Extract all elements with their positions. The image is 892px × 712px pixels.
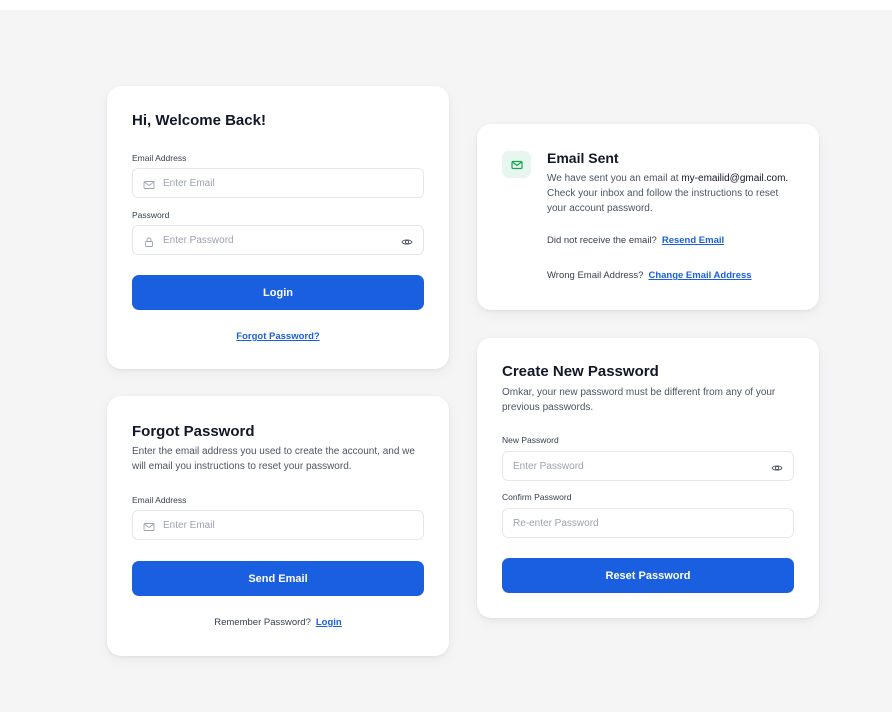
reset-password-button[interactable]: Reset Password xyxy=(502,558,794,593)
resend-row: Did not receive the email? Resend Email xyxy=(547,235,724,246)
remember-password-row: Remember Password? Login xyxy=(107,617,449,628)
password-label: Password xyxy=(132,210,170,220)
mail-icon xyxy=(143,520,155,532)
forgot-email-field[interactable] xyxy=(132,510,424,540)
forgot-email-input[interactable] xyxy=(163,511,393,539)
not-received-text: Did not receive the email? xyxy=(547,235,657,246)
mail-icon xyxy=(143,178,155,190)
create-password-card: Create New Password Omkar, your new pass… xyxy=(477,338,819,618)
email-label: Email Address xyxy=(132,153,187,163)
mail-icon xyxy=(502,151,531,178)
login-button[interactable]: Login xyxy=(132,275,424,310)
email-sent-card: Email Sent We have sent you an email at … xyxy=(477,124,819,310)
login-password-field[interactable] xyxy=(132,225,424,255)
resend-email-link[interactable]: Resend Email xyxy=(662,235,724,246)
new-password-label: New Password xyxy=(502,435,559,445)
eye-icon[interactable] xyxy=(771,461,783,473)
login-email-field[interactable] xyxy=(132,168,424,198)
email-sent-description: We have sent you an email at my-emailid@… xyxy=(547,171,792,216)
confirm-password-input[interactable] xyxy=(513,509,763,537)
remember-text: Remember Password? xyxy=(214,617,311,628)
send-email-button[interactable]: Send Email xyxy=(132,561,424,596)
eye-icon[interactable] xyxy=(401,235,413,247)
create-password-description: Omkar, your new password must be differe… xyxy=(502,387,776,413)
login-title: Hi, Welcome Back! xyxy=(132,112,266,129)
create-password-title: Create New Password xyxy=(502,363,659,380)
email-sent-title: Email Sent xyxy=(547,150,619,166)
email-label: Email Address xyxy=(132,495,187,505)
lock-icon xyxy=(143,235,155,247)
forgot-description: Enter the email address you used to crea… xyxy=(132,446,415,472)
forgot-password-link[interactable]: Forgot Password? xyxy=(107,331,449,342)
new-password-input[interactable] xyxy=(513,452,763,480)
wrong-email-text: Wrong Email Address? xyxy=(547,270,644,281)
sent-email-address: my-emailid@gmail.com. xyxy=(681,173,789,184)
confirm-password-label: Confirm Password xyxy=(502,492,572,502)
forgot-title: Forgot Password xyxy=(132,423,255,440)
login-link[interactable]: Login xyxy=(316,617,342,628)
email-sent-desc-prefix: We have sent you an email at xyxy=(547,173,679,184)
login-password-input[interactable] xyxy=(163,226,393,254)
new-password-field[interactable] xyxy=(502,451,794,481)
login-card: Hi, Welcome Back! Email Address Password… xyxy=(107,86,449,369)
change-email-link[interactable]: Change Email Address xyxy=(648,270,751,281)
login-email-input[interactable] xyxy=(163,169,393,197)
email-sent-desc-suffix: Check your inbox and follow the instruct… xyxy=(547,188,779,214)
forgot-password-card: Forgot Password Enter the email address … xyxy=(107,396,449,656)
change-email-row: Wrong Email Address? Change Email Addres… xyxy=(547,270,752,281)
confirm-password-field[interactable] xyxy=(502,508,794,538)
